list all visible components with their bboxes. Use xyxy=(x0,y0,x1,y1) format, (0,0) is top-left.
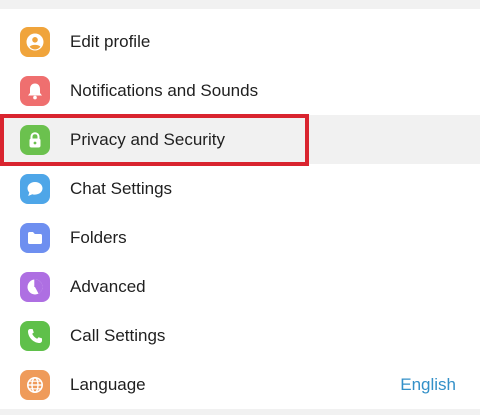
top-divider xyxy=(0,0,480,9)
menu-item-label: Notifications and Sounds xyxy=(70,81,259,100)
language-value: English xyxy=(400,375,456,394)
phone-icon xyxy=(20,321,50,351)
menu-item-chat-settings[interactable]: Chat Settings xyxy=(0,164,480,213)
menu-item-label: Folders xyxy=(70,228,127,247)
settings-menu: Edit profile Notifications and Sounds Pr… xyxy=(0,17,480,409)
pie-chart-icon xyxy=(20,272,50,302)
chat-bubble-icon xyxy=(20,174,50,204)
folder-icon xyxy=(20,223,50,253)
menu-item-notifications[interactable]: Notifications and Sounds xyxy=(0,66,480,115)
menu-item-label: Advanced xyxy=(70,277,146,296)
menu-item-folders[interactable]: Folders xyxy=(0,213,480,262)
bell-icon xyxy=(20,76,50,106)
menu-item-label: Edit profile xyxy=(70,32,151,51)
menu-item-label: Call Settings xyxy=(70,326,166,345)
menu-item-advanced[interactable]: Advanced xyxy=(0,262,480,311)
menu-item-edit-profile[interactable]: Edit profile xyxy=(0,17,480,66)
menu-item-call-settings[interactable]: Call Settings xyxy=(0,311,480,360)
menu-item-privacy-security[interactable]: Privacy and Security xyxy=(0,115,480,164)
lock-icon xyxy=(20,125,50,155)
globe-icon xyxy=(20,370,50,400)
menu-item-label: Privacy and Security xyxy=(70,130,225,149)
bottom-divider xyxy=(0,409,480,415)
menu-item-language[interactable]: Language English xyxy=(0,360,480,409)
menu-item-label: Chat Settings xyxy=(70,179,173,198)
menu-item-label: Language xyxy=(70,375,146,394)
user-icon xyxy=(20,27,50,57)
